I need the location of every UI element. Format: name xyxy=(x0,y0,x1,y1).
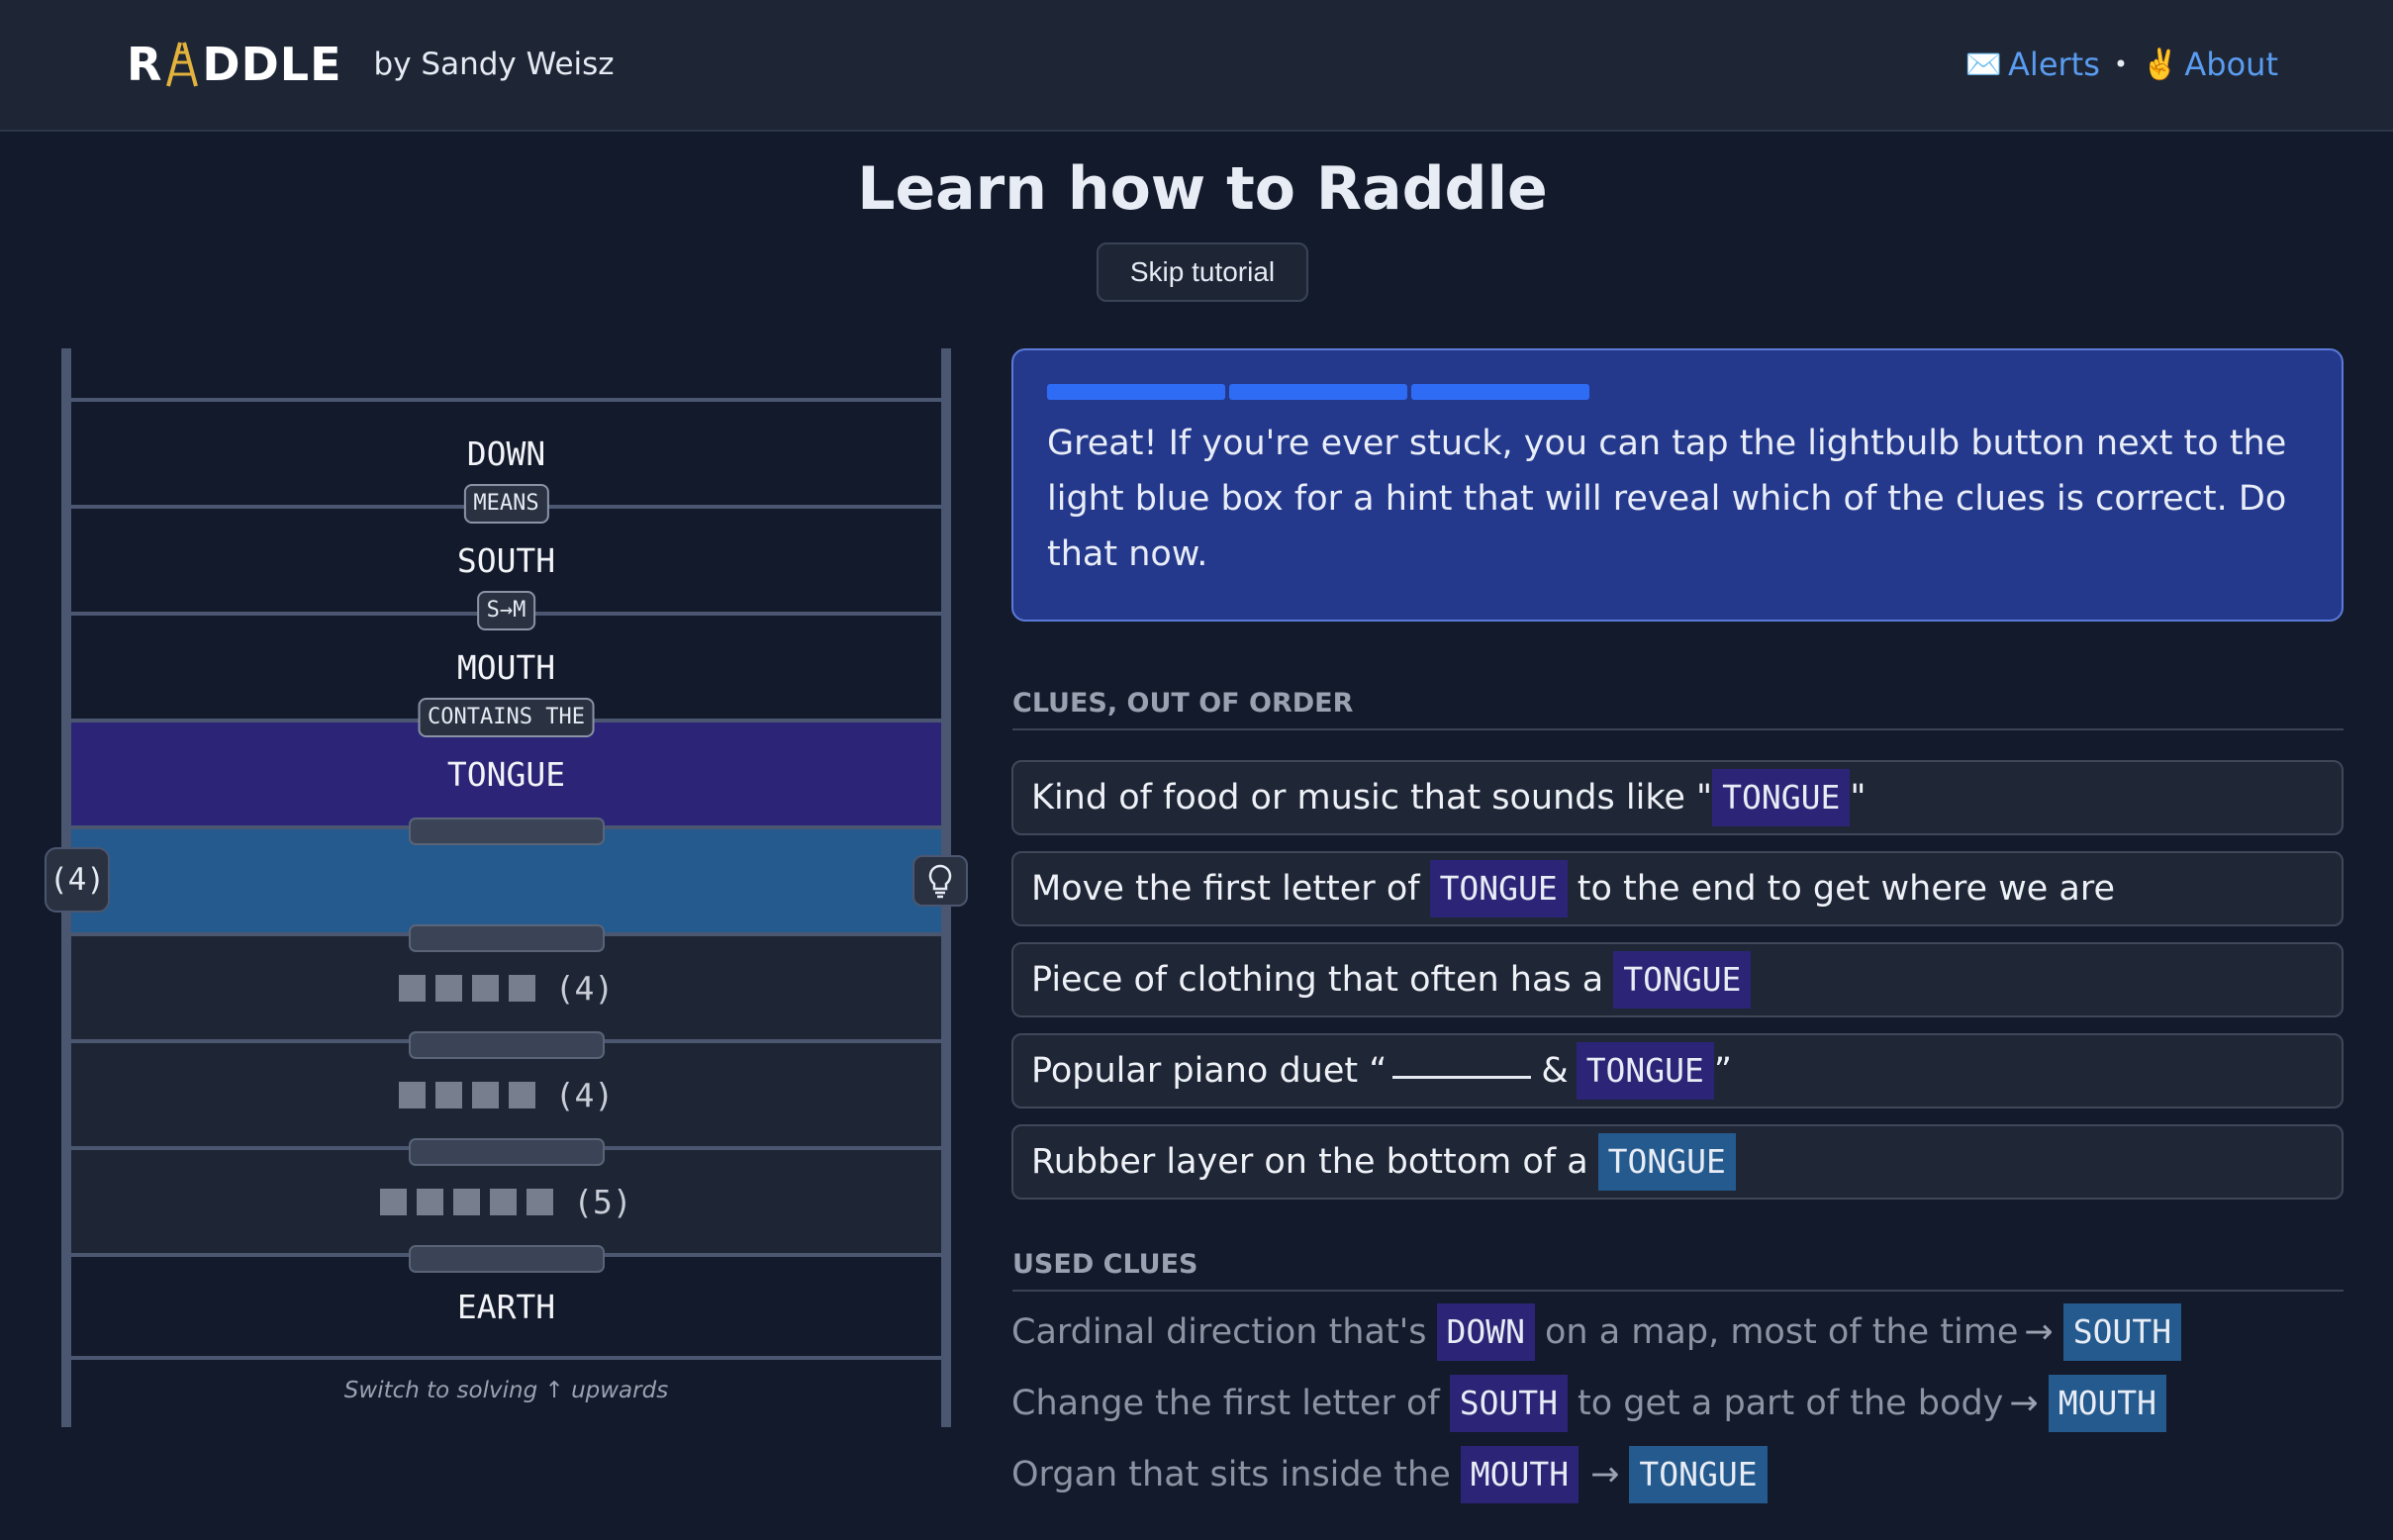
rung-active-input[interactable] xyxy=(71,818,941,932)
active-word-length-badge: (4) xyxy=(45,847,110,913)
lightbulb-icon xyxy=(928,864,952,899)
rung-unsolved[interactable]: (5) xyxy=(71,1138,941,1253)
progress-segment xyxy=(1229,384,1407,400)
about-link[interactable]: About xyxy=(2184,46,2278,83)
transform-tag: S→M xyxy=(476,591,536,630)
clue-word: TONGUE xyxy=(1712,769,1851,826)
used-clue-item: Organ that sits inside the MOUTH → TONGU… xyxy=(1011,1443,2344,1506)
tutorial-message: Great! If you're ever stuck, you can tap… xyxy=(1047,424,2287,574)
ladder-board: DOWN MEANS SOUTH S→M MOUTH CONTAINS THE … xyxy=(45,348,968,1427)
clue-item[interactable]: Popular piano duet “ & TONGUE” xyxy=(1011,1033,2344,1108)
clue-word: TONGUE xyxy=(1597,1133,1736,1191)
used-to-word: SOUTH xyxy=(2062,1303,2182,1361)
clue-item[interactable]: Rubber layer on the bottom of a TONGUE xyxy=(1011,1124,2344,1200)
rung-end-word: EARTH xyxy=(71,1245,941,1360)
word-length: (5) xyxy=(573,1182,632,1221)
logo-letter-r: R xyxy=(127,38,163,91)
rung-unsolved[interactable]: (4) xyxy=(71,1031,941,1146)
progress-segment xyxy=(1411,384,1589,400)
progress-segment xyxy=(1047,384,1225,400)
transform-placeholder xyxy=(408,924,605,952)
top-bar: R DDLE by Sandy Weisz ✉️ Alerts • ✌️ Abo… xyxy=(0,0,2393,132)
used-to-word: TONGUE xyxy=(1629,1446,1768,1503)
used-from-word: MOUTH xyxy=(1460,1446,1579,1503)
clue-item[interactable]: Piece of clothing that often has a TONGU… xyxy=(1011,942,2344,1017)
transform-placeholder xyxy=(408,818,605,845)
word-length: (4) xyxy=(554,1075,615,1114)
arrow-right-icon: → xyxy=(2009,1384,2039,1423)
used-clue-item: Change the first letter of SOUTH to get … xyxy=(1011,1372,2344,1435)
clue-word: TONGUE xyxy=(1429,860,1568,917)
used-clues-heading: USED CLUES xyxy=(1012,1249,2344,1292)
alerts-link[interactable]: Alerts xyxy=(2008,46,2100,83)
victory-hand-icon: ✌️ xyxy=(2142,47,2179,82)
skip-tutorial-button[interactable]: Skip tutorial xyxy=(1097,242,1308,302)
transform-placeholder xyxy=(408,1138,605,1166)
used-from-word: SOUTH xyxy=(1449,1375,1569,1432)
rung-word: MOUTH xyxy=(456,647,556,687)
blank-line xyxy=(1392,1075,1532,1079)
used-clue-item: Cardinal direction that's DOWN on a map,… xyxy=(1011,1300,2344,1364)
byline: by Sandy Weisz xyxy=(373,47,615,82)
tutorial-progress xyxy=(1047,384,1589,400)
clue-item[interactable]: Kind of food or music that sounds like "… xyxy=(1011,760,2344,835)
transform-tag: CONTAINS THE xyxy=(418,698,595,737)
rung-word: TONGUE xyxy=(446,754,566,794)
transform-placeholder xyxy=(408,1245,605,1273)
clues-heading: CLUES, OUT OF ORDER xyxy=(1012,688,2344,730)
word-length: (4) xyxy=(554,968,615,1008)
hint-button[interactable] xyxy=(912,855,968,907)
rung-unsolved[interactable]: (4) xyxy=(71,924,941,1039)
logo-letters-ddle: DDLE xyxy=(202,38,342,91)
letter-squares xyxy=(380,1188,554,1215)
brand: R DDLE by Sandy Weisz xyxy=(127,0,615,129)
clue-word: TONGUE xyxy=(1576,1042,1714,1100)
raddle-logo[interactable]: R DDLE xyxy=(127,38,342,91)
page-title: Learn how to Raddle xyxy=(857,154,1548,224)
top-nav: ✉️ Alerts • ✌️ About xyxy=(1965,0,2278,129)
arrow-right-icon: → xyxy=(1590,1455,1620,1494)
used-from-word: DOWN xyxy=(1436,1303,1536,1361)
tutorial-message-box: Great! If you're ever stuck, you can tap… xyxy=(1011,348,2344,622)
ladder-a-icon xyxy=(166,42,199,87)
rung-latest-solved: CONTAINS THE TONGUE xyxy=(71,698,941,825)
letter-squares xyxy=(398,1081,535,1108)
transform-placeholder xyxy=(408,1031,605,1059)
nav-separator: • xyxy=(2113,50,2129,78)
envelope-icon: ✉️ xyxy=(1964,47,2003,82)
clue-item[interactable]: Move the first letter of TONGUE to the e… xyxy=(1011,851,2344,926)
arrow-right-icon: → xyxy=(2024,1312,2054,1352)
rung-word: SOUTH xyxy=(456,540,556,580)
rung-word: DOWN xyxy=(466,433,546,473)
clue-word: TONGUE xyxy=(1613,951,1752,1009)
switch-direction-link[interactable]: Switch to solving ↑ upwards xyxy=(61,1378,951,1403)
letter-squares xyxy=(398,974,535,1002)
rung-word: EARTH xyxy=(456,1287,556,1326)
used-to-word: MOUTH xyxy=(2048,1375,2167,1432)
transform-tag: MEANS xyxy=(463,484,549,524)
